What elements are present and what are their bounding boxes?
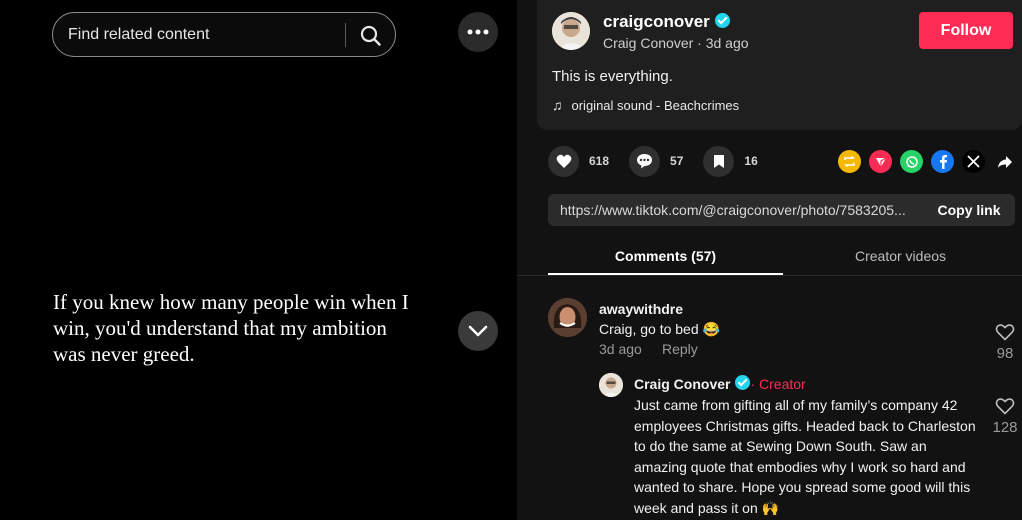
next-post-button[interactable] bbox=[458, 311, 498, 351]
reply-text: Just came from gifting all of my family’… bbox=[634, 397, 976, 516]
avatar-image bbox=[548, 298, 587, 337]
reply-heart-icon[interactable] bbox=[995, 397, 1015, 415]
reply-like-count: 128 bbox=[992, 419, 1018, 436]
save-button[interactable] bbox=[703, 145, 735, 177]
send-icon[interactable] bbox=[869, 150, 892, 173]
share-url[interactable]: https://www.tiktok.com/@craigconover/pho… bbox=[560, 202, 922, 218]
search-icon[interactable] bbox=[358, 23, 384, 49]
comment-stat[interactable]: 57 bbox=[629, 145, 684, 177]
username-text[interactable]: craigconover bbox=[603, 12, 710, 31]
reply-username-text[interactable]: Craig Conover bbox=[634, 376, 730, 392]
more-icon bbox=[467, 29, 489, 35]
heart-icon bbox=[556, 154, 571, 168]
follow-button[interactable]: Follow bbox=[919, 12, 1013, 49]
details-panel: craigconover Craig Conover · 3d ago Foll… bbox=[517, 0, 1022, 520]
comment-time: 3d ago bbox=[599, 341, 642, 357]
comment-button[interactable] bbox=[629, 145, 661, 177]
creator-subline: Craig Conover · 3d ago bbox=[603, 35, 749, 51]
save-count: 16 bbox=[744, 154, 758, 168]
search-bar[interactable]: Find related content bbox=[52, 12, 396, 57]
verified-icon bbox=[735, 375, 751, 390]
comment-like-count: 98 bbox=[996, 345, 1014, 362]
avatar-image bbox=[552, 12, 590, 50]
photo-quote-text: If you knew how many people win when I w… bbox=[53, 290, 409, 366]
creator-badge: · Creator bbox=[750, 376, 806, 392]
tab-comments[interactable]: Comments (57) bbox=[548, 248, 783, 264]
avatar-image bbox=[599, 373, 623, 397]
like-stat[interactable]: 618 bbox=[548, 145, 610, 177]
copy-link-button[interactable]: Copy link bbox=[923, 194, 1015, 226]
bookmark-icon bbox=[713, 154, 724, 168]
share-options bbox=[838, 150, 1022, 173]
like-button[interactable] bbox=[548, 145, 579, 177]
music-note-icon: ♫ bbox=[552, 97, 563, 113]
post-info-card: craigconover Craig Conover · 3d ago Foll… bbox=[537, 0, 1022, 130]
comment-username[interactable]: awaywithdre bbox=[599, 301, 683, 317]
share-arrow-icon[interactable] bbox=[993, 150, 1016, 173]
search-input[interactable]: Find related content bbox=[68, 26, 209, 44]
comment-heart-icon[interactable] bbox=[995, 323, 1015, 341]
tab-creator-videos[interactable]: Creator videos bbox=[783, 248, 1018, 264]
post-caption: This is everything. bbox=[552, 68, 673, 85]
commenter-avatar[interactable] bbox=[548, 298, 587, 337]
facebook-icon[interactable] bbox=[931, 150, 954, 173]
reply-button[interactable]: Reply bbox=[662, 341, 698, 357]
save-stat[interactable]: 16 bbox=[703, 145, 758, 177]
share-link-box: https://www.tiktok.com/@craigconover/pho… bbox=[548, 194, 1015, 226]
more-options-button[interactable] bbox=[458, 12, 498, 52]
creator-avatar[interactable] bbox=[552, 12, 590, 50]
sound-link[interactable]: ♫ original sound - Beachcrimes bbox=[552, 97, 739, 113]
photo-viewer: Find related content If you knew how man… bbox=[0, 0, 517, 520]
engagement-bar: 618 57 16 bbox=[548, 145, 778, 177]
comment-count: 57 bbox=[670, 154, 684, 168]
x-icon[interactable] bbox=[962, 150, 985, 173]
reply-username[interactable]: Craig Conover · Creator bbox=[634, 375, 806, 392]
comment-text: Craig, go to bed 😂 bbox=[599, 321, 720, 337]
comment-icon bbox=[637, 154, 653, 169]
like-count: 618 bbox=[589, 154, 610, 168]
sound-name[interactable]: original sound - Beachcrimes bbox=[572, 98, 740, 113]
search-divider bbox=[345, 23, 346, 47]
active-tab-indicator bbox=[548, 273, 783, 275]
creator-username[interactable]: craigconover bbox=[603, 12, 730, 32]
reply-avatar[interactable] bbox=[599, 373, 623, 397]
whatsapp-icon[interactable] bbox=[900, 150, 923, 173]
comments-tabs: Comments (57) Creator videos bbox=[517, 236, 1022, 276]
repost-icon[interactable] bbox=[838, 150, 861, 173]
verified-icon bbox=[714, 13, 730, 28]
chevron-down-icon bbox=[468, 325, 488, 337]
